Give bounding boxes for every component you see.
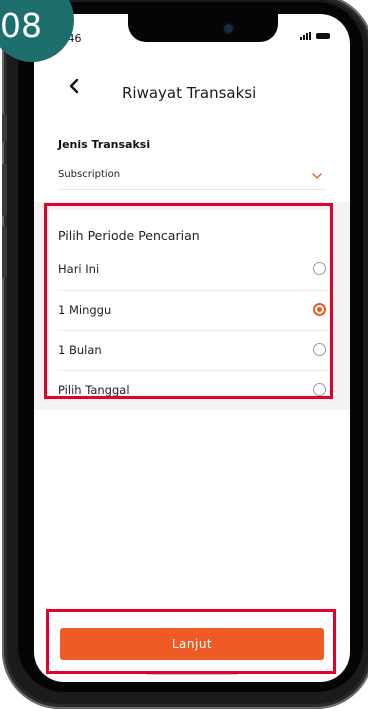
camera-icon (224, 24, 233, 33)
continue-button[interactable]: Lanjut (60, 628, 324, 660)
back-button[interactable] (62, 74, 86, 98)
transaction-type-dropdown[interactable]: Subscription (58, 165, 326, 190)
transaction-type-section: Jenis Transaksi Subscription (34, 110, 350, 202)
step-number: 08 (0, 6, 42, 45)
transaction-type-value: Subscription (58, 169, 121, 180)
chevron-down-icon (312, 173, 322, 179)
app-header: Riwayat Transaksi (34, 64, 350, 110)
period-option-1-week[interactable]: 1 Minggu (58, 290, 330, 331)
battery-icon (316, 33, 330, 39)
radio-button-selected[interactable] (313, 303, 326, 316)
period-option-pick-date[interactable]: Pilih Tanggal (58, 370, 330, 411)
chevron-left-icon (69, 78, 79, 94)
status-icons (300, 32, 330, 40)
period-title: Pilih Periode Pencarian (58, 228, 200, 243)
period-option-today[interactable]: Hari Ini (58, 250, 330, 290)
phone-side-button (2, 226, 7, 278)
home-indicator (146, 672, 238, 675)
period-option-label: 1 Bulan (58, 343, 102, 357)
notch (128, 14, 278, 42)
radio-button[interactable] (313, 262, 326, 275)
period-option-label: Hari Ini (58, 262, 100, 276)
phone-screen: .46 Riwayat Transaksi Jenis Transaksi Su… (34, 14, 350, 682)
phone-side-button (2, 164, 7, 216)
period-option-1-month[interactable]: 1 Bulan (58, 330, 330, 371)
radio-button[interactable] (313, 343, 326, 356)
period-option-label: Pilih Tanggal (58, 383, 130, 397)
transaction-type-label: Jenis Transaksi (58, 138, 151, 151)
radio-button[interactable] (313, 383, 326, 396)
page-title: Riwayat Transaksi (122, 84, 257, 102)
period-section: Pilih Periode Pencarian Hari Ini 1 Mingg… (46, 210, 330, 397)
period-option-label: 1 Minggu (58, 303, 112, 317)
cellular-signal-icon (300, 32, 311, 40)
phone-side-button (2, 114, 7, 142)
